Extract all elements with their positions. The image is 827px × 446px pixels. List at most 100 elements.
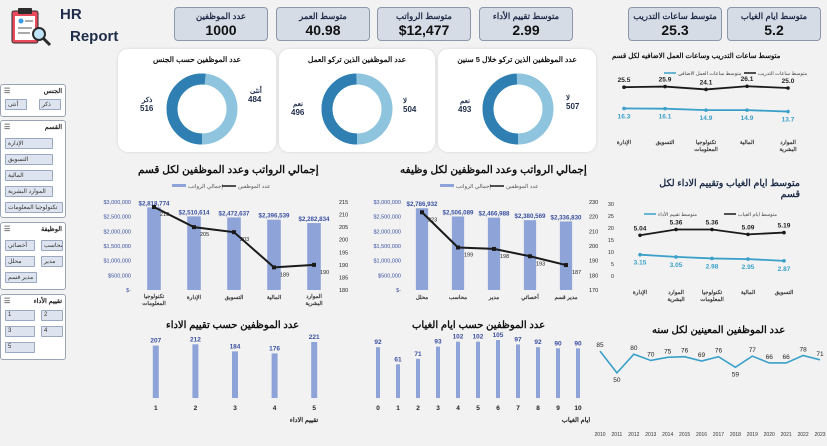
slicer-department: ☰ القسم الإدارة التسويق المالية الموارد ا… bbox=[0, 120, 66, 218]
slicer-header: ☰ الجنس bbox=[1, 85, 65, 96]
x-tick-label: مدير قسم bbox=[554, 295, 577, 301]
chart-title-sal-job: إجمالي الرواتب وعدد الموظفين لكل وظيفه bbox=[400, 164, 587, 176]
bar-data-label: 184 bbox=[230, 343, 241, 350]
y2-tick-label: 185 bbox=[339, 275, 348, 281]
kpi-card-training: متوسط ساعات التدريب 25.3 bbox=[628, 7, 722, 41]
slicer-job: ☰ الوظيفة محاسب أخصائي مدير محلل مدير قسم bbox=[0, 222, 66, 290]
slicer-item[interactable]: 1 bbox=[5, 310, 35, 321]
slicer-item[interactable]: الموارد البشرية bbox=[5, 186, 53, 197]
multi-select-icon[interactable]: ☰ bbox=[4, 297, 10, 305]
line-marker bbox=[638, 252, 642, 257]
x-tick-label: 3 bbox=[436, 405, 440, 412]
y-tick-label: $1,500,000 bbox=[103, 244, 131, 250]
chart-title-emp-rating: عدد الموظفين حسب تقييم الاداء bbox=[166, 320, 300, 331]
y-tick-label: $2,500,000 bbox=[373, 215, 401, 221]
slicer-title: الوظيفة bbox=[40, 226, 62, 233]
data-label: 5.36 bbox=[706, 220, 719, 227]
data-label: 16.1 bbox=[659, 114, 672, 121]
slicer-item[interactable]: التسويق bbox=[5, 154, 53, 165]
data-label: 71 bbox=[816, 351, 824, 358]
chart-title-train-dept: متوسط ساعات التدريب وساعات العمل الاضافي… bbox=[612, 53, 781, 60]
y2-tick-label: 170 bbox=[589, 288, 598, 294]
line-marker bbox=[674, 227, 678, 232]
y-tick-label: 25 bbox=[608, 214, 614, 220]
bar bbox=[487, 217, 501, 290]
multi-select-icon[interactable]: ☰ bbox=[4, 123, 10, 131]
bar bbox=[476, 341, 480, 398]
data-label: 76 bbox=[681, 348, 689, 355]
slicer-item[interactable]: محلل bbox=[5, 256, 35, 267]
y-tick-label: $2,000,000 bbox=[373, 229, 401, 235]
bar bbox=[456, 341, 460, 398]
y-tick-label: $- bbox=[396, 288, 401, 294]
x-tick-label: 2021 bbox=[781, 432, 792, 438]
x-tick-label: البشرية bbox=[779, 146, 797, 153]
chart-salary-by-job: إجمالي الرواتب عدد الموظفين $3,000,000 $2,5… bbox=[373, 183, 598, 301]
x-tick-label: المالية bbox=[267, 294, 282, 301]
bar-data-label: $2,380,569 bbox=[515, 213, 547, 220]
chart-title-emp-abs: عدد الموظفين حسب ايام الغياب bbox=[412, 320, 546, 331]
x-tick-label: المالية bbox=[740, 139, 755, 146]
multi-select-icon[interactable]: ☰ bbox=[4, 225, 10, 233]
multi-select-icon[interactable]: ☰ bbox=[4, 87, 10, 95]
x-tick-label: 10 bbox=[574, 405, 582, 412]
line-data-label: 190 bbox=[320, 270, 329, 276]
legend-label: إجمالي الرواتب bbox=[188, 183, 223, 190]
x-tick-label: التسويق bbox=[656, 139, 675, 146]
bar-data-label: 92 bbox=[534, 339, 542, 346]
slicer-item[interactable]: أخصائي bbox=[5, 240, 35, 251]
slicer-header: ☰ الوظيفة bbox=[1, 223, 65, 234]
slicer-item[interactable]: 3 bbox=[5, 326, 35, 337]
line-marker bbox=[745, 84, 749, 89]
kpi-value: 5.2 bbox=[764, 22, 784, 38]
donut-left-value: 496 bbox=[291, 108, 305, 117]
slicer-item[interactable]: 5 bbox=[5, 342, 35, 353]
x-tick-label: تكنولوجيا bbox=[702, 289, 723, 296]
bar bbox=[267, 219, 281, 290]
slicer-item[interactable]: المالية bbox=[5, 170, 53, 181]
kpi-title: متوسط العمر bbox=[299, 11, 347, 21]
bar-data-label: $2,396,539 bbox=[259, 213, 291, 220]
line-data-label: 198 bbox=[500, 254, 509, 260]
slicer-item[interactable]: مدير قسم bbox=[5, 272, 37, 283]
x-tick-label: الإدارة bbox=[633, 289, 648, 296]
data-label: 77 bbox=[749, 347, 757, 354]
bar bbox=[536, 347, 540, 398]
line-marker bbox=[272, 265, 276, 270]
data-label: 3.05 bbox=[670, 262, 683, 269]
y-tick-label: $500,000 bbox=[378, 273, 401, 279]
y-tick-label: 10 bbox=[608, 250, 614, 256]
y2-tick-label: 210 bbox=[339, 213, 348, 219]
kpi-title: متوسط تقييم الأداء bbox=[492, 11, 560, 21]
x-tick-label: محلل bbox=[416, 294, 429, 301]
y2-tick-label: 220 bbox=[589, 215, 598, 221]
x-tick-label: 8 bbox=[536, 405, 540, 412]
donut-right-value: 504 bbox=[403, 105, 417, 114]
slicer-item[interactable]: تكنولوجيا المعلومات bbox=[5, 202, 63, 213]
donut-card-left-work: عدد الموظفين الذين تركو العمل نعم 496 لا… bbox=[279, 49, 435, 152]
bar-data-label: 221 bbox=[309, 334, 320, 341]
x-tick-label: المالية bbox=[741, 289, 756, 296]
bar bbox=[152, 345, 159, 398]
line-marker bbox=[528, 254, 532, 259]
donut-right-value: 484 bbox=[248, 95, 262, 104]
slicer-item[interactable]: 2 bbox=[41, 310, 63, 321]
data-label: 5.09 bbox=[742, 224, 755, 231]
y-tick-label: 5 bbox=[611, 262, 614, 268]
donut-right-label: لا bbox=[403, 98, 407, 105]
x-tick-label: 2010 bbox=[594, 432, 605, 438]
line-marker bbox=[564, 263, 568, 268]
slicer-item[interactable]: 4 bbox=[41, 326, 63, 337]
slicer-item[interactable]: أنثى bbox=[5, 99, 27, 110]
x-tick-label: المعلومات bbox=[142, 300, 166, 307]
y2-tick-label: 215 bbox=[339, 200, 348, 206]
x-tick-label: 2014 bbox=[662, 432, 673, 438]
slicer-item[interactable]: ذكر bbox=[39, 99, 61, 110]
slicer-item[interactable]: الإدارة bbox=[5, 138, 53, 149]
line-marker bbox=[622, 106, 626, 111]
chart-employees-by-absence: 92 0 61 1 71 2 93 3 102 4 102 5 105 6 97 7 92 8 90 9 90 10 ايا… bbox=[374, 332, 590, 424]
slicer-item[interactable]: محاسب bbox=[41, 240, 63, 251]
data-label: 69 bbox=[698, 352, 706, 359]
slicer-item[interactable]: مدير bbox=[41, 256, 63, 267]
line-marker bbox=[456, 245, 460, 250]
